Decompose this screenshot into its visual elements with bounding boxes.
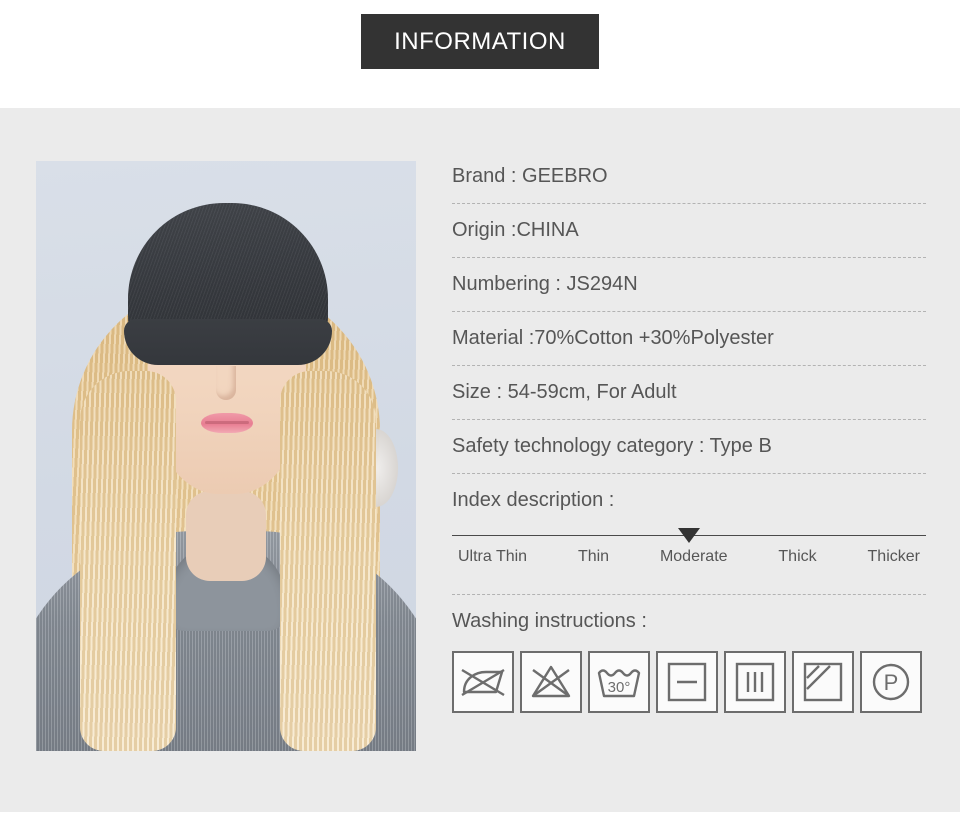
- spec-row-origin: Origin :CHINA: [452, 204, 926, 258]
- spec-origin: Origin :CHINA: [452, 219, 579, 241]
- product-photo: [36, 161, 416, 751]
- drip-dry-icon: [724, 651, 786, 713]
- spec-row-material: Material :70%Cotton +30%Polyester: [452, 312, 926, 366]
- header-band: INFORMATION: [0, 0, 960, 108]
- washing-instructions-title: Washing instructions :: [452, 609, 647, 632]
- spec-material: Material :70%Cotton +30%Polyester: [452, 327, 774, 349]
- washing-instructions-title-row: Washing instructions :: [452, 595, 926, 647]
- information-panel: Brand : GEEBRO Origin :CHINA Numbering :…: [0, 108, 960, 812]
- washing-icon-row: 30° P: [452, 651, 926, 713]
- spec-numbering: Numbering : JS294N: [452, 273, 638, 295]
- index-description-title-row: Index description :: [452, 474, 926, 526]
- photo-beanie-brim: [124, 319, 332, 365]
- thickness-level-thin: Thin: [577, 548, 610, 565]
- thickness-level-moderate: Moderate: [659, 548, 728, 565]
- wash-30-degrees-icon: 30°: [588, 651, 650, 713]
- photo-lips: [201, 413, 253, 433]
- thickness-scale: Ultra Thin Thin Moderate Thick Thicker: [452, 526, 926, 576]
- do-not-bleach-icon: [520, 651, 582, 713]
- thickness-level-thick: Thick: [778, 548, 817, 565]
- thickness-level-thicker: Thicker: [867, 548, 920, 565]
- spec-size: Size : 54-59cm, For Adult: [452, 381, 677, 403]
- spec-safety-category: Safety technology category : Type B: [452, 435, 772, 457]
- spec-row-size: Size : 54-59cm, For Adult: [452, 366, 926, 420]
- dry-flat-icon: [656, 651, 718, 713]
- index-description-title: Index description :: [452, 488, 615, 511]
- thickness-level-ultra-thin: Ultra Thin: [458, 548, 528, 565]
- spec-row-numbering: Numbering : JS294N: [452, 258, 926, 312]
- information-title-badge: INFORMATION: [361, 14, 599, 69]
- professional-dry-clean-p-icon: P: [860, 651, 922, 713]
- page-title: INFORMATION: [394, 27, 566, 55]
- photo-neck: [186, 491, 266, 581]
- thickness-scale-labels: Ultra Thin Thin Moderate Thick Thicker: [452, 548, 926, 566]
- do-not-wring-icon: [452, 651, 514, 713]
- dry-in-shade-icon: [792, 651, 854, 713]
- photo-hair-left: [80, 371, 176, 751]
- spec-brand: Brand : GEEBRO: [452, 165, 608, 187]
- photo-hair-right: [280, 371, 376, 751]
- spec-row-brand: Brand : GEEBRO: [452, 150, 926, 204]
- photo-nose: [216, 366, 236, 400]
- thickness-scale-marker: [678, 528, 700, 543]
- wash-temperature-label: 30°: [608, 679, 631, 696]
- spec-row-safety: Safety technology category : Type B: [452, 420, 926, 474]
- product-spec-list: Brand : GEEBRO Origin :CHINA Numbering :…: [452, 150, 926, 713]
- dry-clean-symbol-label: P: [884, 670, 899, 695]
